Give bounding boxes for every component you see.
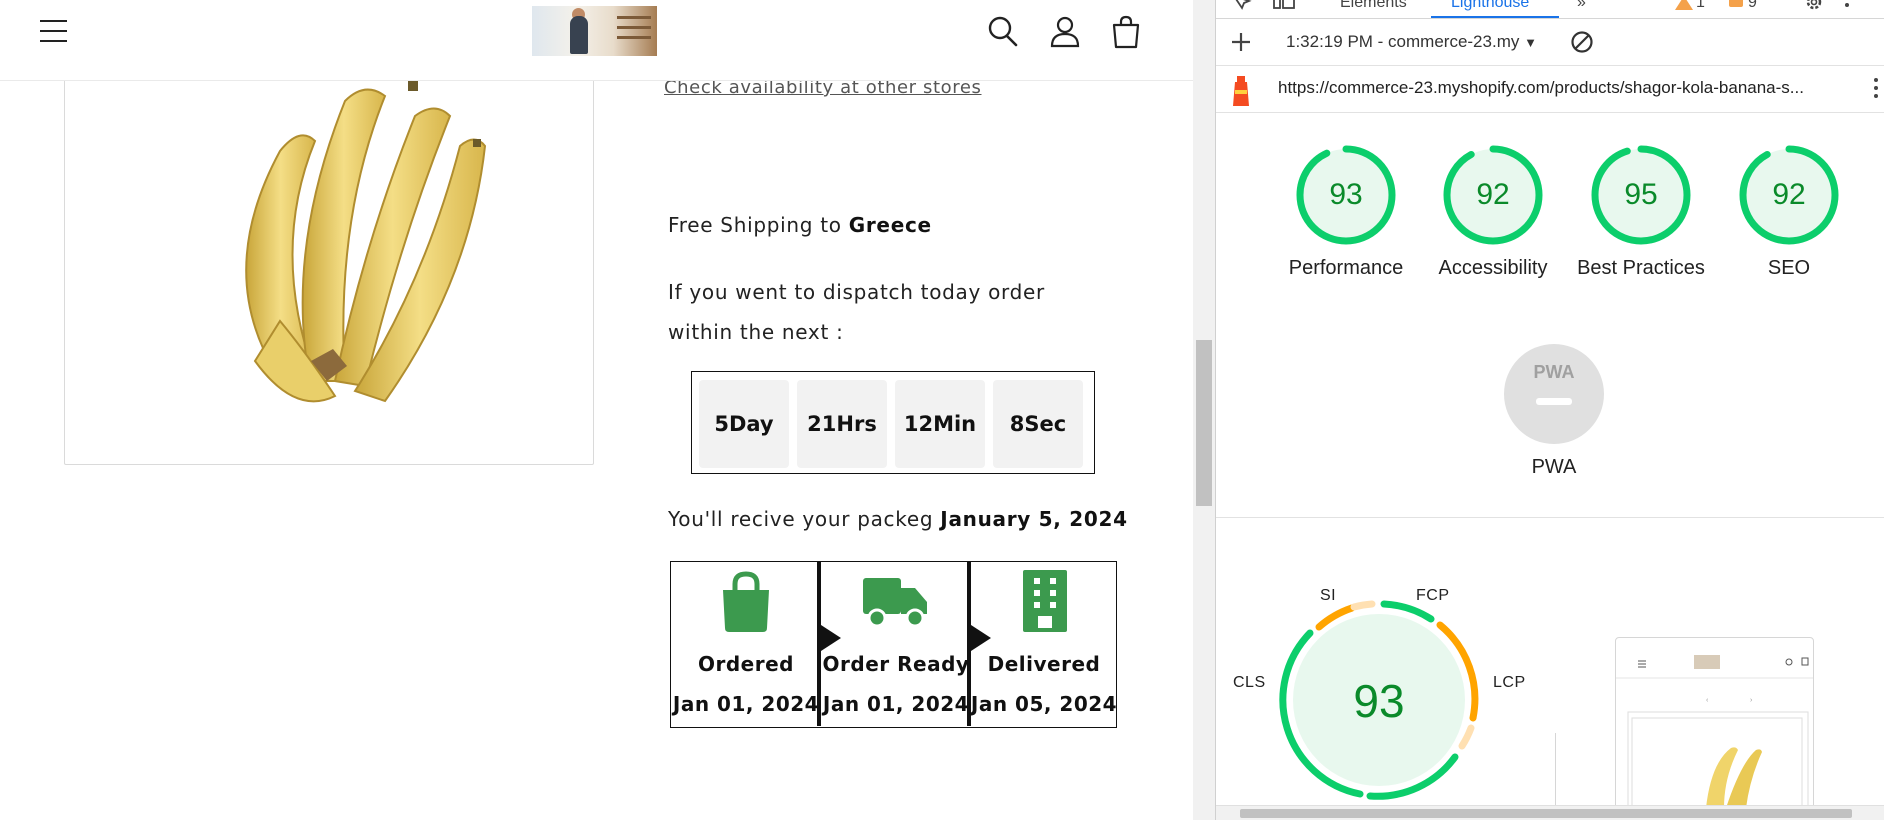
- inspect-icon[interactable]: [1232, 0, 1254, 14]
- dispatch-text: If you went to dispatch today order with…: [668, 280, 1045, 344]
- building-icon: [1023, 570, 1067, 632]
- store-logo[interactable]: [532, 6, 657, 56]
- stage-label: Delivered: [987, 652, 1101, 676]
- pwa-gauge[interactable]: PWA PWA: [1479, 342, 1629, 483]
- svg-text:›: ›: [1750, 697, 1753, 704]
- clear-block-icon[interactable]: [1570, 30, 1594, 54]
- lighthouse-report: 93 Performance 92 Accessibility 95 Best Pract…: [1216, 113, 1884, 809]
- devtools-tabbar: Elements Lighthouse » 1 9: [1216, 0, 1884, 19]
- menu-icon[interactable]: [40, 18, 68, 44]
- receive-date-text: You'll recive your packeg January 5, 202…: [668, 507, 1128, 531]
- metric-cls: CLS: [1233, 674, 1266, 691]
- store-header: [0, 0, 1193, 81]
- receive-prefix: You'll recive your packeg: [668, 507, 941, 531]
- lighthouse-logo-icon: [1233, 76, 1249, 106]
- receive-date: January 5, 2024: [940, 507, 1128, 531]
- score-value: 92: [1772, 178, 1806, 211]
- countdown-timer: 5Day 21Hrs 12Min 8Sec: [691, 371, 1095, 474]
- stage-delivered: Delivered Jan 05, 2024: [969, 562, 1119, 726]
- devtools-horizontal-scrollbar[interactable]: [1216, 805, 1884, 820]
- horizontal-scrollbar-thumb[interactable]: [1240, 809, 1852, 818]
- score-ring: 95: [1589, 143, 1693, 247]
- free-shipping-text: Free Shipping to Greece: [668, 213, 932, 237]
- report-time: 1:32:19 PM - commerce-23.my: [1286, 32, 1520, 51]
- score-value: 93: [1329, 178, 1363, 211]
- store-page: Check availability at other stores Free …: [0, 0, 1193, 820]
- lcp-arc-rest: [1458, 724, 1475, 750]
- lighthouse-toolbar: 1:32:19 PM - commerce-23.my ▼: [1216, 19, 1884, 66]
- score-gauge-accessibility[interactable]: 92 Accessibility: [1418, 143, 1568, 284]
- stage-date: Jan 01, 2024: [822, 692, 970, 716]
- warning-count[interactable]: 1: [1696, 0, 1705, 12]
- report-url-bar: https://commerce-23.myshopify.com/produc…: [1216, 66, 1884, 113]
- search-icon[interactable]: [985, 14, 1021, 50]
- shopping-bag-icon: [723, 571, 769, 632]
- stage-order-ready: Order Ready Jan 01, 2024: [821, 562, 971, 726]
- score-gauge-performance[interactable]: 93 Performance: [1271, 143, 1421, 284]
- page-screenshot-thumbnail[interactable]: ‹ ›: [1615, 637, 1814, 809]
- score-title: Best Practices: [1577, 257, 1705, 279]
- report-selector[interactable]: 1:32:19 PM - commerce-23.my ▼: [1286, 32, 1537, 52]
- metric-si: SI: [1320, 587, 1337, 604]
- stage-date: Jan 01, 2024: [672, 692, 820, 716]
- pwa-title: PWA: [1531, 456, 1577, 478]
- countdown-days: 5Day: [699, 380, 789, 468]
- metric-lcp: LCP: [1493, 674, 1526, 691]
- page-scrollbar[interactable]: [1193, 0, 1215, 820]
- truck-icon: [863, 578, 927, 628]
- tab-elements[interactable]: Elements: [1340, 0, 1407, 12]
- section-divider: [1216, 517, 1884, 518]
- stage-ordered: Ordered Jan 01, 2024: [671, 562, 821, 726]
- si-arc-rest: [1350, 600, 1376, 611]
- banana-image: [245, 81, 487, 403]
- new-report-plus-icon[interactable]: [1230, 31, 1252, 53]
- shipping-prefix: Free Shipping to: [668, 213, 849, 237]
- stage-date: Jan 05, 2024: [970, 692, 1118, 716]
- score-gauge-seo[interactable]: 92 SEO: [1714, 143, 1864, 284]
- shipping-country: Greece: [848, 213, 932, 237]
- score-title: Accessibility: [1438, 257, 1548, 279]
- pwa-badge-text: PWA: [1533, 362, 1574, 382]
- stage-label: Ordered: [698, 652, 794, 676]
- score-ring: 92: [1737, 143, 1841, 247]
- scrollbar-thumb[interactable]: [1196, 340, 1212, 506]
- account-icon[interactable]: [1047, 14, 1083, 50]
- url-menu-icon[interactable]: [1872, 76, 1880, 102]
- issue-count[interactable]: 9: [1748, 0, 1757, 12]
- countdown-hours: 21Hrs: [797, 380, 887, 468]
- tab-lighthouse[interactable]: Lighthouse: [1451, 0, 1529, 12]
- report-url[interactable]: https://commerce-23.myshopify.com/produc…: [1278, 78, 1804, 98]
- screenshot-preview: ‹ ›: [1616, 655, 1813, 808]
- product-image-frame: [64, 20, 594, 465]
- kebab-menu-icon[interactable]: [1843, 0, 1851, 12]
- score-value: 92: [1476, 178, 1510, 211]
- countdown-seconds: 8Sec: [993, 380, 1083, 468]
- score-title: SEO: [1767, 257, 1811, 279]
- score-title: Performance: [1288, 257, 1404, 279]
- performance-metrics-gauge: 93: [1279, 600, 1479, 800]
- issues-icon[interactable]: [1728, 0, 1744, 10]
- stage-label: Order Ready: [822, 652, 970, 676]
- score-ring: 93: [1294, 143, 1398, 247]
- settings-gear-icon[interactable]: [1804, 0, 1824, 12]
- score-value: 95: [1624, 178, 1658, 211]
- pwa-badge-icon: PWA: [1504, 344, 1604, 444]
- svg-text:‹: ‹: [1706, 697, 1709, 704]
- device-toolbar-icon[interactable]: [1272, 0, 1296, 14]
- performance-score: 93: [1353, 675, 1404, 727]
- metric-fcp: FCP: [1416, 587, 1450, 604]
- score-ring: 92: [1441, 143, 1545, 247]
- cart-icon[interactable]: [1108, 14, 1144, 50]
- active-tab-indicator: [1431, 16, 1559, 18]
- more-tabs-icon[interactable]: »: [1577, 0, 1586, 12]
- vertical-divider: [1555, 733, 1556, 808]
- score-gauge-best-practices[interactable]: 95 Best Practices: [1566, 143, 1716, 284]
- dropdown-arrow-icon: ▼: [1524, 35, 1537, 50]
- countdown-minutes: 12Min: [895, 380, 985, 468]
- order-tracker: Ordered Jan 01, 2024 Order Ready Jan 01,…: [670, 561, 1117, 728]
- devtools-panel: Elements Lighthouse » 1 9 1:32:19 PM - c…: [1215, 0, 1884, 820]
- warning-icon[interactable]: [1675, 0, 1693, 10]
